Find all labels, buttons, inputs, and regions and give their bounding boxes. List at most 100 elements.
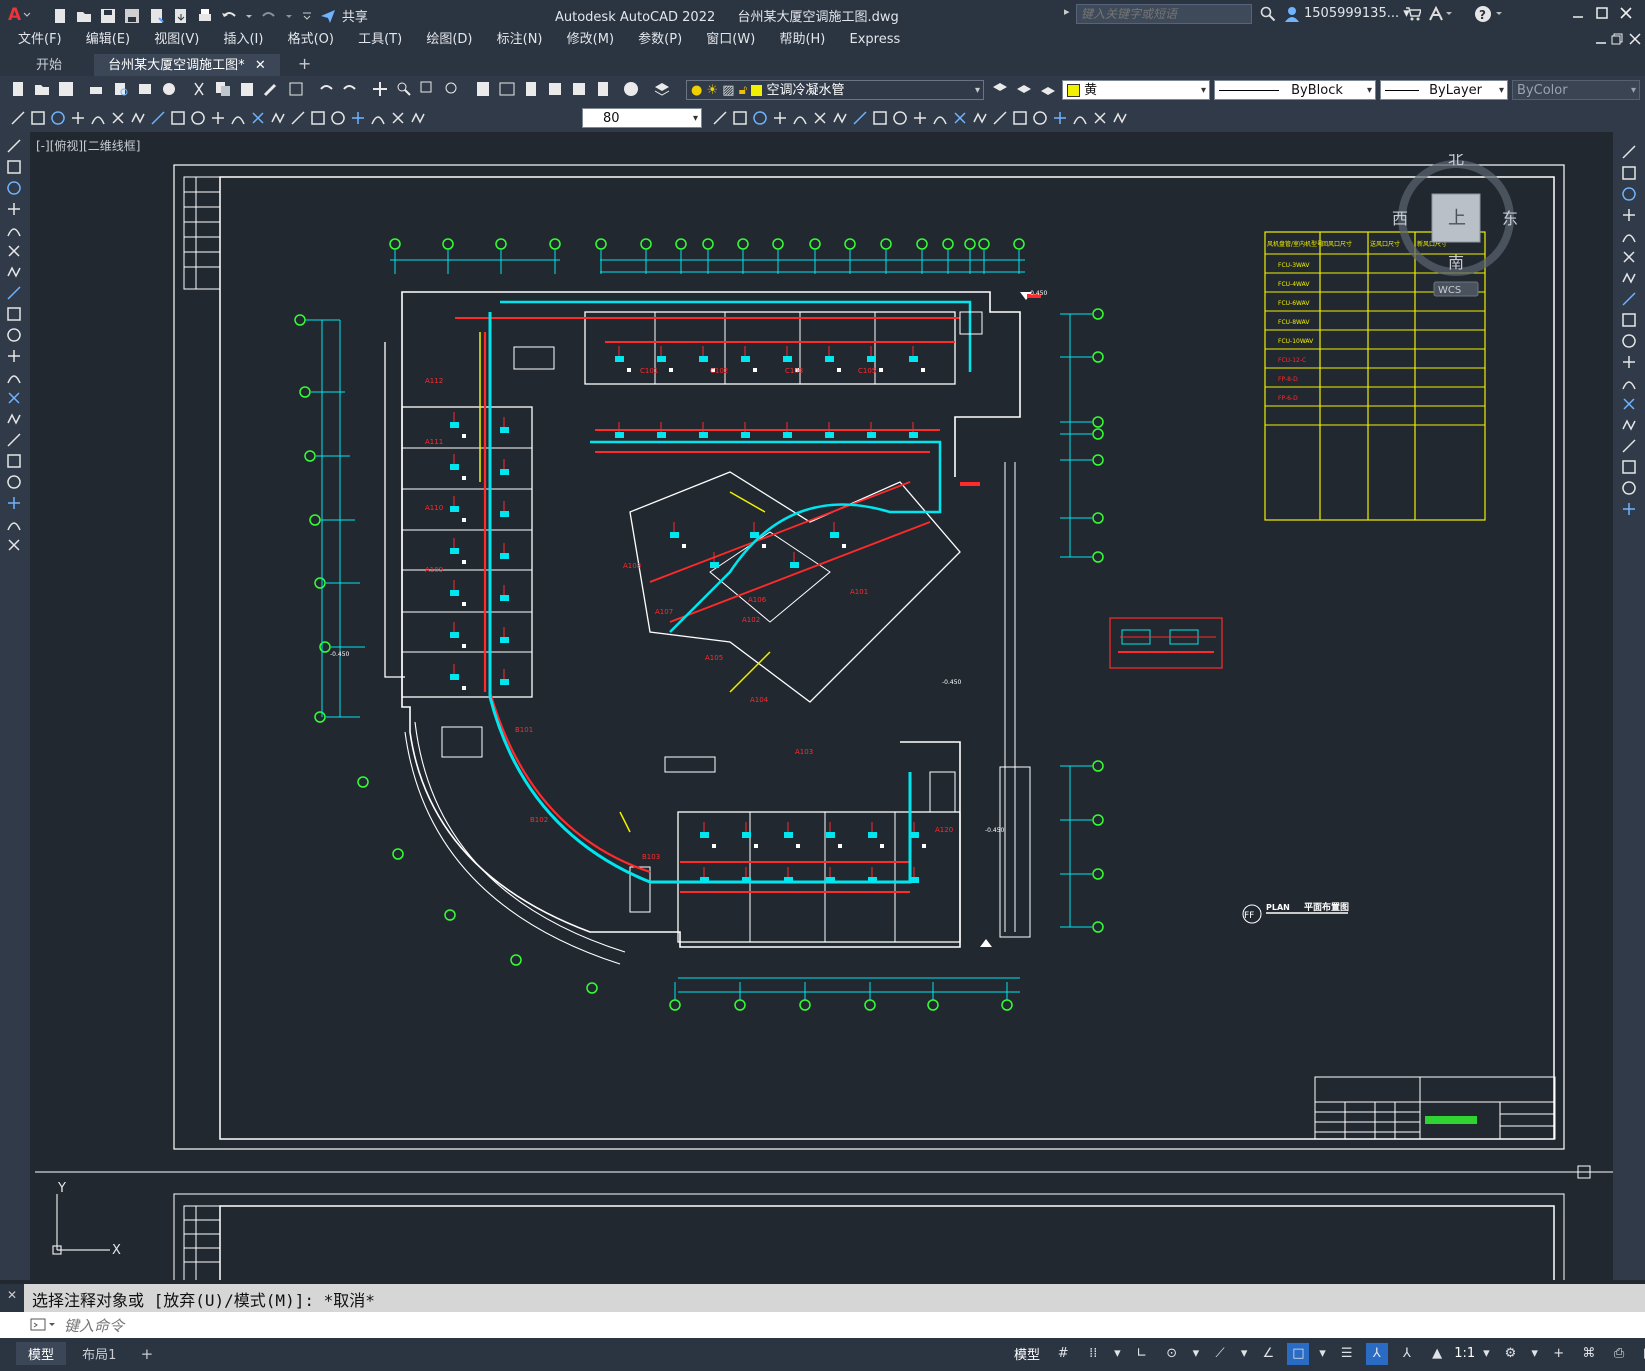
menu-express[interactable]: Express — [840, 28, 911, 52]
pan-icon[interactable] — [372, 81, 388, 97]
hatch-icon[interactable] — [6, 432, 22, 448]
point-icon[interactable] — [6, 411, 22, 427]
menu-view[interactable]: 视图(V) — [144, 28, 209, 52]
extend-icon[interactable] — [912, 110, 928, 126]
save-as-icon[interactable] — [124, 8, 140, 24]
autodesk-app-icon[interactable] — [1428, 5, 1454, 26]
isodraft-icon[interactable]: ⟋ — [1209, 1343, 1231, 1365]
circle-icon[interactable] — [6, 264, 22, 280]
viewcube[interactable]: 上 北 南 东 西 WCS — [1390, 149, 1520, 304]
construction-line-icon[interactable] — [6, 159, 22, 175]
center-mark-icon[interactable] — [310, 110, 326, 126]
plot-icon[interactable] — [88, 81, 104, 97]
share-icon[interactable] — [320, 8, 336, 24]
dim-angular-icon[interactable] — [170, 110, 186, 126]
dim-diameter-icon[interactable] — [150, 110, 166, 126]
gradient-icon[interactable] — [1112, 110, 1128, 126]
stretch-icon[interactable] — [1621, 312, 1637, 328]
dim-scale-dropdown[interactable]: 80 ▾ — [582, 108, 702, 128]
ortho-icon[interactable]: ∟ — [1131, 1343, 1153, 1365]
doc-close-icon[interactable] — [1628, 30, 1642, 52]
doc-restore-icon[interactable] — [1610, 30, 1624, 52]
ellipse-arc-icon[interactable] — [6, 348, 22, 364]
dim-update-icon[interactable] — [410, 110, 426, 126]
autocad-logo-icon[interactable]: A — [6, 4, 32, 25]
search-expand-icon[interactable]: ▸ — [1064, 5, 1070, 18]
search-icon[interactable] — [1260, 6, 1276, 26]
block-editor-icon[interactable] — [288, 81, 304, 97]
array-icon[interactable] — [872, 110, 888, 126]
break-at-point-icon[interactable] — [1621, 375, 1637, 391]
break-icon[interactable] — [1621, 396, 1637, 412]
close-icon[interactable] — [1618, 4, 1634, 26]
paste-icon[interactable] — [239, 81, 255, 97]
trim-icon[interactable] — [1621, 333, 1637, 349]
cut-icon[interactable] — [191, 81, 207, 97]
ellipse-icon[interactable] — [6, 327, 22, 343]
scale-icon[interactable] — [1621, 291, 1637, 307]
menu-tools[interactable]: 工具(T) — [348, 28, 412, 52]
viewcube-east[interactable]: 东 — [1502, 209, 1518, 228]
blend-icon[interactable] — [1621, 480, 1637, 496]
rotate-icon[interactable] — [1621, 270, 1637, 286]
command-prompt-icon[interactable] — [30, 1316, 58, 1338]
fillet-icon[interactable] — [1621, 459, 1637, 475]
block-insert-icon[interactable] — [10, 110, 26, 126]
user-icon[interactable] — [1284, 6, 1300, 26]
menu-format[interactable]: 格式(O) — [278, 28, 344, 52]
dim-ordinate-icon[interactable] — [90, 110, 106, 126]
region-icon[interactable] — [1052, 110, 1068, 126]
copy-icon[interactable] — [1621, 165, 1637, 181]
insert-block-icon[interactable] — [6, 369, 22, 385]
properties-icon[interactable] — [475, 81, 491, 97]
snap-icon[interactable]: ⁞⁞ — [1082, 1343, 1104, 1365]
model-space-button[interactable]: 模型 — [1008, 1342, 1046, 1365]
user-account[interactable]: 1505999135... ▾ — [1304, 6, 1410, 21]
undo-icon[interactable] — [221, 8, 237, 24]
erase-icon[interactable] — [1621, 144, 1637, 160]
menu-help[interactable]: 帮助(H) — [769, 28, 835, 52]
dim-linear-icon[interactable] — [30, 110, 46, 126]
publish-icon[interactable] — [137, 81, 153, 97]
dropdown-arrow-icon[interactable]: ▾ — [1530, 1343, 1540, 1365]
color-dropdown[interactable]: 黄 ▾ — [1062, 80, 1210, 100]
join-icon[interactable] — [952, 110, 968, 126]
plot-preview-icon[interactable] — [113, 81, 129, 97]
jogged-linear-icon[interactable] — [350, 110, 366, 126]
gradient-icon[interactable] — [6, 453, 22, 469]
tab-drawing[interactable]: 台州某大厦空调施工图* ✕ — [94, 54, 280, 78]
menu-window[interactable]: 窗口(W) — [696, 28, 765, 52]
calculator-icon[interactable] — [595, 81, 611, 97]
annotation-scale-value[interactable]: 1:1 — [1454, 1346, 1475, 1361]
viewcube-north[interactable]: 北 — [1448, 149, 1464, 168]
match-properties-icon[interactable] — [263, 81, 279, 97]
line-icon[interactable] — [6, 138, 22, 154]
qnew-icon[interactable] — [10, 81, 26, 97]
chamfer-icon[interactable] — [1621, 438, 1637, 454]
move-icon[interactable] — [1621, 249, 1637, 265]
move-icon[interactable] — [732, 110, 748, 126]
add-selected-icon[interactable] — [6, 537, 22, 553]
command-input-bar[interactable] — [0, 1312, 1645, 1338]
mirror-icon[interactable] — [832, 110, 848, 126]
open-web-icon[interactable] — [149, 8, 165, 24]
annotation-monitor-icon[interactable]: + — [1548, 1343, 1570, 1365]
offset-icon[interactable] — [852, 110, 868, 126]
dim-quick-icon[interactable] — [190, 110, 206, 126]
tab-layout1[interactable]: 布局1 — [70, 1342, 128, 1365]
arc-icon[interactable] — [6, 243, 22, 259]
dropdown-arrow-icon[interactable]: ▾ — [1481, 1343, 1491, 1365]
explode-icon[interactable] — [1012, 110, 1028, 126]
new-tab-button[interactable]: + — [284, 52, 325, 76]
multiline-text-icon[interactable] — [6, 516, 22, 532]
dim-baseline-icon[interactable] — [210, 110, 226, 126]
polar-icon[interactable]: ⊙ — [1161, 1343, 1183, 1365]
dim-style-icon[interactable] — [712, 110, 728, 126]
table-icon[interactable] — [6, 495, 22, 511]
dim-text-edit-icon[interactable] — [390, 110, 406, 126]
mirror-icon[interactable] — [1621, 186, 1637, 202]
lineweight-display-icon[interactable]: ☰ — [1336, 1343, 1358, 1365]
menu-modify[interactable]: 修改(M) — [557, 28, 624, 52]
save-web-icon[interactable] — [173, 8, 189, 24]
tool-palettes-icon[interactable] — [523, 81, 539, 97]
